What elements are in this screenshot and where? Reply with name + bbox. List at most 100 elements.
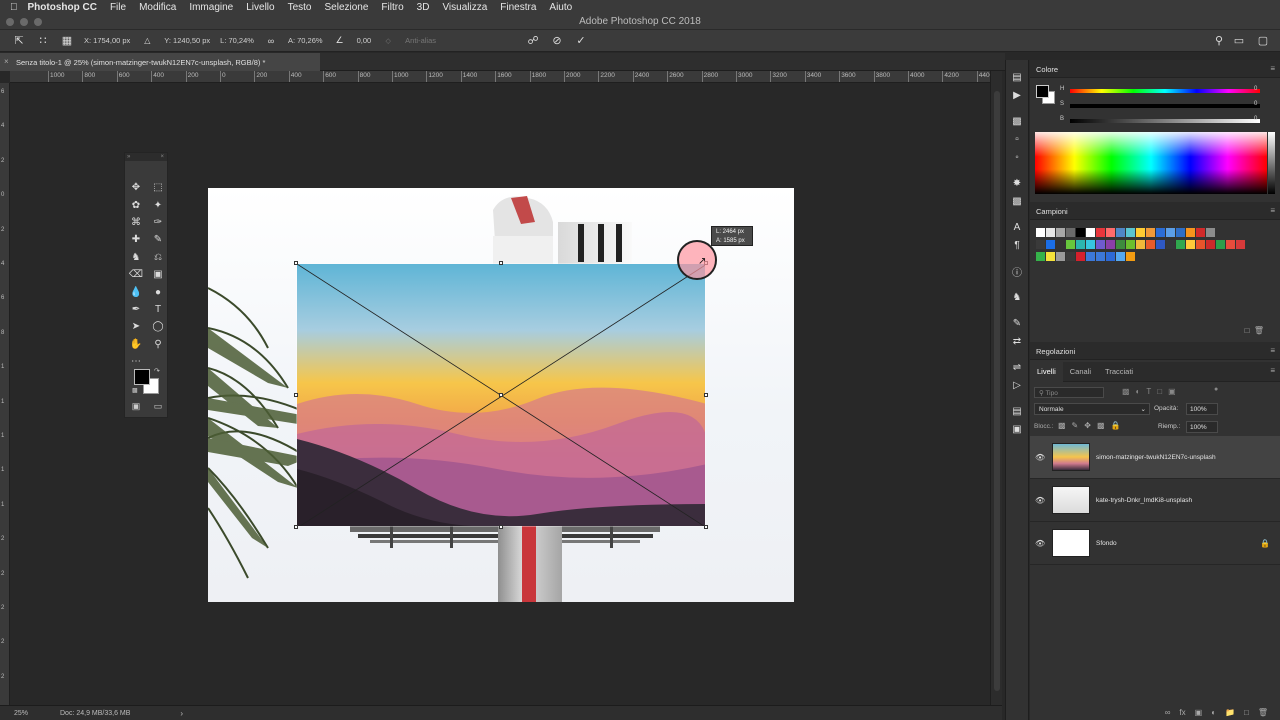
tab-canali[interactable]: Canali — [1063, 362, 1098, 382]
close-toolbox-icon[interactable]: × — [160, 153, 164, 161]
swatch[interactable] — [1196, 240, 1205, 249]
toolbox-header[interactable]: » × — [125, 153, 167, 161]
color-spectrum-grayscale[interactable] — [1268, 132, 1275, 194]
layers-panel-menu-icon[interactable]: ≡ — [1270, 366, 1275, 375]
zoom-level[interactable]: 25% — [14, 710, 60, 717]
path-selection-tool-icon[interactable]: ➤ — [125, 318, 147, 335]
new-swatch-icon[interactable]: □ 🗑 — [1245, 326, 1264, 335]
saturation-slider-track[interactable] — [1070, 104, 1260, 108]
document-tab[interactable]: × Senza titolo-1 @ 25% (simon-matzinger-… — [0, 53, 320, 71]
swap-colors-icon[interactable]: ↷ — [154, 367, 160, 375]
swatch[interactable] — [1236, 240, 1245, 249]
hue-slider-track[interactable] — [1070, 89, 1260, 93]
screen-mode-icon[interactable]: ▭ — [154, 401, 163, 412]
swatch[interactable] — [1106, 240, 1115, 249]
minimize-window-button[interactable] — [20, 18, 28, 26]
move-tool-icon[interactable]: ✥ — [125, 179, 147, 196]
swatch[interactable] — [1086, 252, 1095, 261]
swatch[interactable] — [1096, 240, 1105, 249]
commit-transform-icon[interactable]: ✓ — [574, 34, 588, 48]
warp-mode-icon[interactable]: ☍ — [526, 34, 540, 48]
hand-tool-icon[interactable]: ✋ — [125, 336, 147, 353]
menu-testo[interactable]: Testo — [288, 2, 312, 13]
lock-options-icons[interactable]: ▩✎✥▩🔒 — [1058, 421, 1126, 430]
swatch[interactable] — [1166, 240, 1175, 249]
fx-icon[interactable]: fx — [1179, 708, 1185, 717]
swatch[interactable] — [1066, 228, 1075, 237]
layer-filter-icons[interactable]: ▩◐T□▣ — [1122, 387, 1182, 396]
reset-colors-icon[interactable]: ▩ — [132, 387, 138, 394]
swatch[interactable] — [1176, 240, 1185, 249]
blend-mode-select[interactable]: Normale ⌄ — [1034, 403, 1150, 415]
info-panel-icon[interactable]: ⓘ — [1006, 262, 1028, 280]
clone-source-icon[interactable]: ♞ — [1006, 288, 1028, 306]
fill-field[interactable]: 100% — [1186, 421, 1218, 433]
reference-point-icon[interactable]: ∷ — [36, 34, 50, 48]
type-tool-icon[interactable]: T — [147, 301, 169, 318]
width-field[interactable]: L: 70,24% — [220, 36, 254, 45]
notes-icon[interactable]: ▤ — [1006, 402, 1028, 420]
vertical-scrollbar[interactable] — [990, 71, 1002, 705]
paragraph-panel-icon[interactable]: ¶ — [1006, 236, 1028, 254]
swatch[interactable] — [1126, 240, 1135, 249]
swatches-panel-header[interactable]: Campioni ≡ — [1030, 202, 1280, 220]
swatch[interactable] — [1196, 228, 1205, 237]
swatch[interactable] — [1116, 228, 1125, 237]
swatch[interactable] — [1076, 228, 1085, 237]
gradient-tool-icon[interactable]: ▣ — [147, 266, 169, 283]
close-tab-icon[interactable]: × — [4, 57, 9, 66]
swatch[interactable] — [1146, 240, 1155, 249]
brightness-slider-track[interactable] — [1070, 119, 1260, 123]
swatch[interactable] — [1086, 240, 1095, 249]
menu-modifica[interactable]: Modifica — [139, 2, 176, 13]
history-panel-icon[interactable]: ▤ — [1006, 68, 1028, 86]
blur-tool-icon[interactable]: 💧 — [125, 283, 147, 300]
adjustments-panel-menu-icon[interactable]: ≡ — [1270, 346, 1275, 355]
swatch[interactable] — [1116, 252, 1125, 261]
swatch[interactable] — [1176, 228, 1185, 237]
link-layers-icon[interactable]: ∞ — [1165, 708, 1171, 717]
swatch[interactable] — [1096, 228, 1105, 237]
scrollbar-thumb[interactable] — [994, 91, 1000, 691]
eyedropper-tool-icon[interactable]: ✑ — [147, 214, 169, 231]
swatch[interactable] — [1066, 240, 1075, 249]
handle-middle-right[interactable] — [704, 393, 708, 397]
brush-panel-icon[interactable]: ✎ — [1006, 314, 1028, 332]
layer-name[interactable]: kate-trysh-Dnkr_lmdKi8-unsplash — [1096, 497, 1192, 504]
swatch[interactable] — [1036, 228, 1045, 237]
zoom-window-button[interactable] — [34, 18, 42, 26]
apple-icon[interactable]:  — [10, 2, 18, 13]
crop-tool-icon[interactable]: ⌘ — [125, 214, 147, 231]
color-panel-foreground[interactable] — [1036, 85, 1049, 98]
swatch[interactable] — [1076, 240, 1085, 249]
opacity-field[interactable]: 100% — [1186, 403, 1218, 415]
lasso-tool-icon[interactable]: ✿ — [125, 196, 147, 213]
magic-wand-tool-icon[interactable]: ✦ — [147, 196, 169, 213]
menu-finestra[interactable]: Finestra — [500, 2, 536, 13]
height-field[interactable]: A: 70,26% — [288, 36, 323, 45]
handle-top-left[interactable] — [294, 261, 298, 265]
collapse-icon[interactable]: » — [127, 153, 130, 161]
group-icon[interactable]: 📁 — [1225, 708, 1235, 717]
menu-aiuto[interactable]: Aiuto — [549, 2, 572, 13]
swatch[interactable] — [1186, 228, 1195, 237]
layer-row[interactable]: 👁 kate-trysh-Dnkr_lmdKi8-unsplash — [1030, 479, 1280, 522]
handle-bottom-left[interactable] — [294, 525, 298, 529]
handle-middle-left[interactable] — [294, 393, 298, 397]
tool-presets-icon[interactable]: ⇄ — [1006, 332, 1028, 350]
styles-icon[interactable]: ▣ — [1006, 420, 1028, 438]
ellipse-tool-icon[interactable]: ◯ — [147, 318, 169, 335]
foreground-color[interactable] — [134, 369, 150, 385]
swatch[interactable] — [1126, 228, 1135, 237]
layer-row[interactable]: 👁 simon-matzinger-twukN12EN7c-unsplash — [1030, 436, 1280, 479]
horizontal-ruler[interactable]: 1000 800 600 400 200 0 200 400 600 800 1000 1200 140… — [10, 71, 990, 83]
swatch[interactable] — [1066, 252, 1075, 261]
swatch[interactable] — [1046, 252, 1055, 261]
handle-bottom-right[interactable] — [704, 525, 708, 529]
actions-panel-icon[interactable]: ▶ — [1006, 86, 1028, 104]
add-mask-icon[interactable]: ▣ — [1195, 708, 1203, 717]
healing-brush-tool-icon[interactable]: ✚ — [125, 231, 147, 248]
swatch[interactable] — [1116, 240, 1125, 249]
marquee-tool-icon[interactable]: ⬚ — [147, 179, 169, 196]
history-brush-tool-icon[interactable]: ⎌ — [147, 249, 169, 266]
